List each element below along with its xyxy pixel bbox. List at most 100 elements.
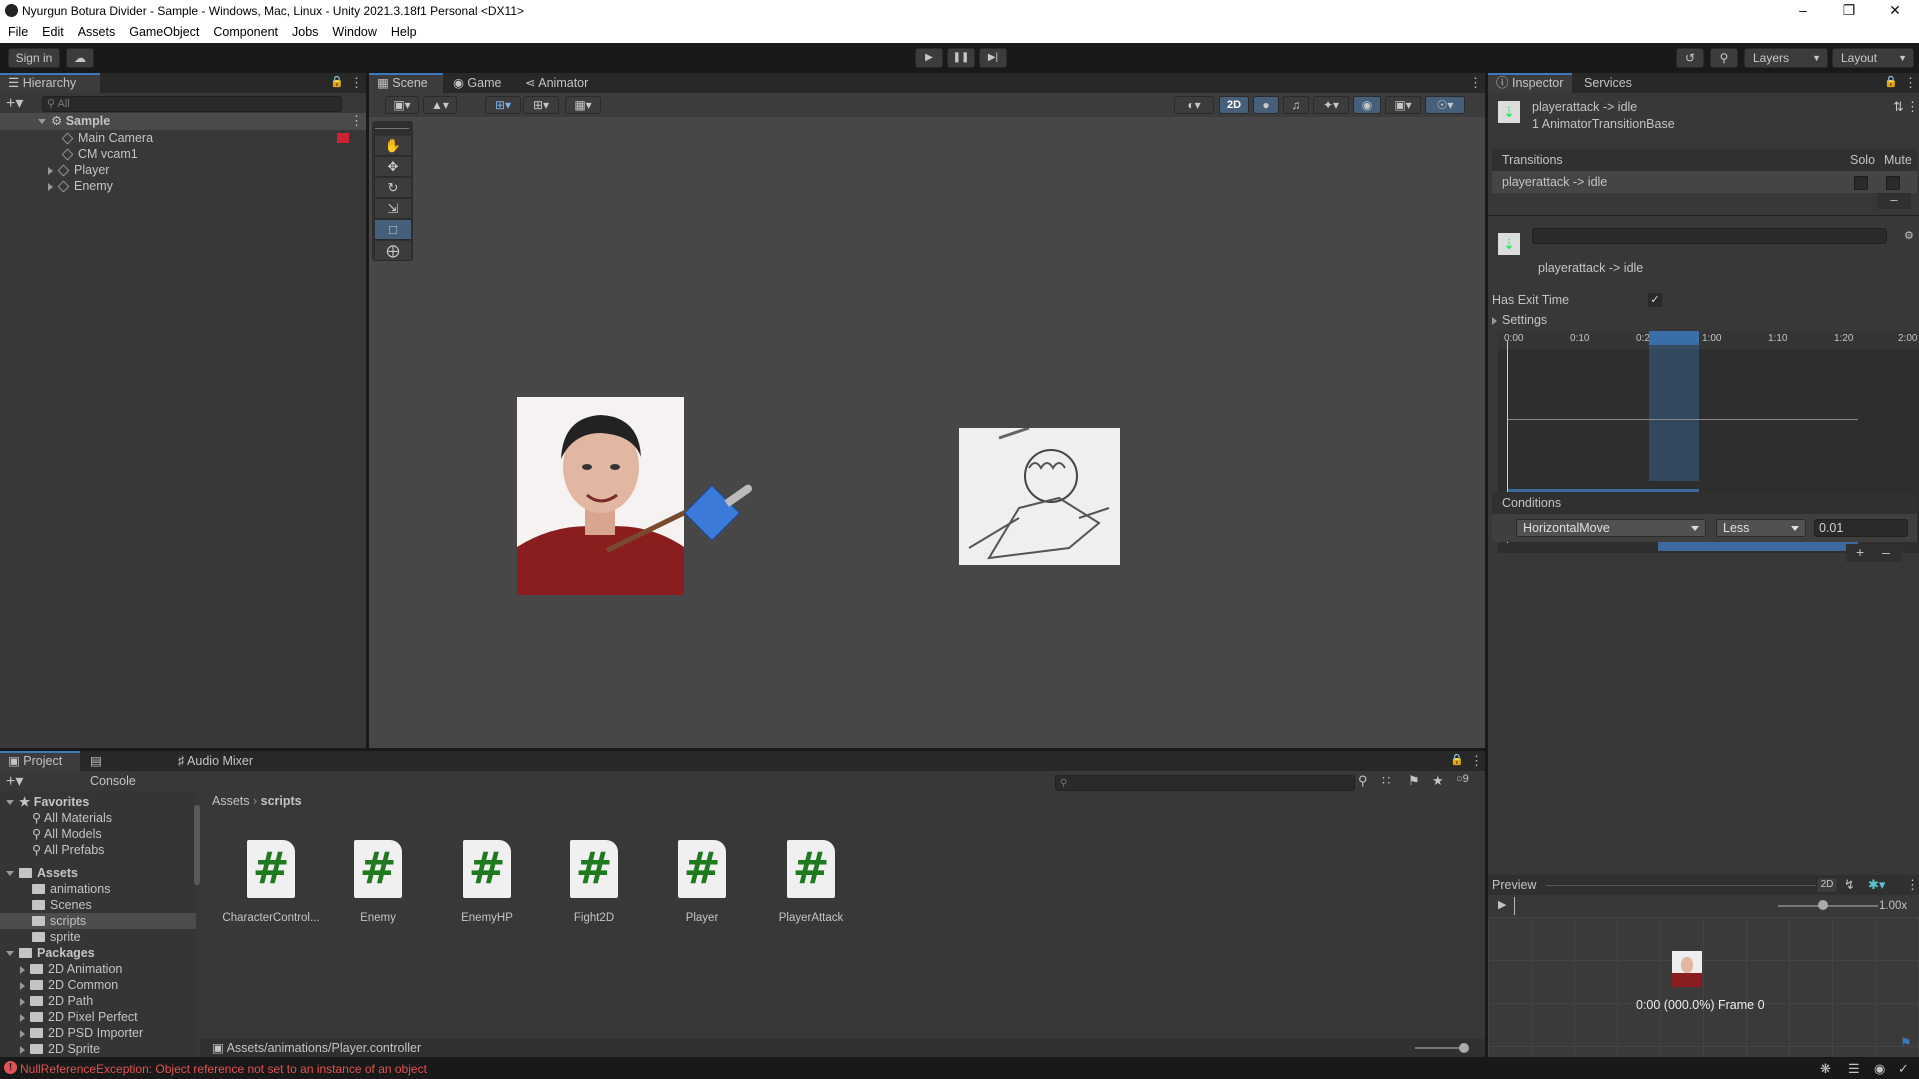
filter-icon[interactable]: ∷ <box>1382 773 1390 789</box>
favorite-all-prefabs[interactable]: ⚲ All Prefabs <box>32 842 104 858</box>
speed-slider-thumb[interactable] <box>1818 900 1828 910</box>
step-button[interactable]: ▶| <box>979 48 1007 68</box>
packages-header[interactable]: Packages <box>6 945 95 961</box>
project-search-input[interactable]: ⚲ <box>1055 775 1355 791</box>
hidden-packages-toggle[interactable]: ○9 <box>1456 773 1469 785</box>
tab-game[interactable]: ◉ Game <box>445 73 515 93</box>
audio-icon[interactable]: ♫ <box>1283 96 1309 114</box>
tab-project[interactable]: ▣ Project <box>0 751 80 771</box>
menu-file[interactable]: File <box>0 22 34 39</box>
preview-scrubber[interactable] <box>1514 897 1515 915</box>
preview-2d-toggle[interactable]: 2D <box>1816 877 1838 893</box>
condition-value-input[interactable]: 0.01 <box>1814 519 1908 537</box>
hierarchy-item-enemy[interactable]: Enemy <box>48 178 113 194</box>
script-asset-charactercontroller[interactable]: # CharacterControl... <box>216 840 326 924</box>
increment-snap-icon[interactable]: ▦▾ <box>565 96 601 114</box>
hierarchy-item-cm-vcam1[interactable]: CM vcam1 <box>61 146 138 162</box>
icon-size-slider[interactable] <box>1415 1047 1465 1049</box>
preview-play-button[interactable]: ▶ <box>1498 898 1506 911</box>
package-2d-sprite[interactable]: 2D Sprite <box>20 1041 100 1057</box>
solo-checkbox[interactable] <box>1854 176 1868 190</box>
menu-window[interactable]: Window <box>324 22 382 39</box>
gear-icon[interactable]: ⚙ <box>1904 229 1914 242</box>
label-tag-icon[interactable]: ⚑ <box>1900 1035 1912 1051</box>
transition-range-handle[interactable] <box>1649 331 1699 345</box>
create-asset-icon[interactable]: +▾ <box>6 771 23 791</box>
label-icon[interactable]: ⚑ <box>1408 773 1420 789</box>
status-error-message[interactable]: NullReferenceException: Object reference… <box>20 1061 427 1077</box>
progress-icon[interactable]: ◉ <box>1874 1061 1885 1077</box>
pivot-icon[interactable]: ↯ <box>1844 877 1855 893</box>
folder-sprite[interactable]: sprite <box>32 929 81 945</box>
favorite-all-materials[interactable]: ⚲ All Materials <box>32 810 112 826</box>
preview-speed-slider[interactable] <box>1778 905 1878 907</box>
layers-dropdown[interactable]: Layers ▼ <box>1744 48 1828 68</box>
lock-icon[interactable]: 🔒 <box>1450 753 1464 766</box>
mode-2d-toggle[interactable]: 2D <box>1219 96 1249 114</box>
transform-handle[interactable] <box>683 484 741 542</box>
kebab-menu-icon[interactable]: ⋮ <box>350 75 363 91</box>
tab-hierarchy[interactable]: ☰ Hierarchy <box>0 73 100 93</box>
hierarchy-item-main-camera[interactable]: Main Camera <box>61 130 153 146</box>
shading-icon[interactable]: ◐▾ <box>1174 96 1214 114</box>
transition-name-input[interactable] <box>1532 228 1887 244</box>
hierarchy-search-input[interactable]: ⚲ All <box>42 96 342 112</box>
menu-edit[interactable]: Edit <box>34 22 70 39</box>
pause-button[interactable]: ❚❚ <box>947 48 975 68</box>
tab-scene[interactable]: ▦ Scene <box>369 73 443 93</box>
kebab-menu-icon[interactable]: ⋮ <box>1470 753 1483 769</box>
search-icon[interactable]: ⚲ <box>1710 48 1738 68</box>
layout-dropdown[interactable]: Layout ▼ <box>1832 48 1914 68</box>
folder-scenes[interactable]: Scenes <box>32 897 92 913</box>
package-2d-common[interactable]: 2D Common <box>20 977 118 993</box>
menu-component[interactable]: Component <box>205 22 284 39</box>
tab-console[interactable]: ▤ Console <box>82 751 158 788</box>
expand-arrow-icon[interactable] <box>48 182 53 191</box>
menu-assets[interactable]: Assets <box>70 22 122 39</box>
kebab-menu-icon[interactable]: ⋮ <box>1906 99 1919 115</box>
add-condition-button[interactable]: + <box>1856 544 1864 560</box>
grid-snap-icon[interactable]: ⊞▾ <box>485 96 521 114</box>
bug-icon[interactable]: ❋ <box>1820 1061 1831 1077</box>
script-asset-enemy[interactable]: # Enemy <box>323 840 433 924</box>
lock-icon[interactable]: 🔒 <box>1884 75 1898 88</box>
collab-icon[interactable]: ✓ <box>1898 1061 1909 1077</box>
folder-animations[interactable]: animations <box>32 881 110 897</box>
package-2d-path[interactable]: 2D Path <box>20 993 93 1009</box>
enemy-sprite[interactable] <box>959 426 1120 565</box>
hierarchy-item-player[interactable]: Player <box>48 162 109 178</box>
render-mode-icon[interactable]: ▲▾ <box>423 96 457 114</box>
script-asset-fight2d[interactable]: # Fight2D <box>539 840 649 924</box>
close-button[interactable]: ✕ <box>1872 0 1918 22</box>
sign-in-button[interactable]: Sign in <box>8 48 60 68</box>
cloud-icon[interactable]: ☁ <box>66 48 94 68</box>
scene-kebab-icon[interactable]: ⋮ <box>1469 75 1482 91</box>
gizmos-icon[interactable]: ☉▾ <box>1425 96 1465 114</box>
visibility-icon[interactable]: ◉ <box>1353 96 1381 114</box>
settings-foldout[interactable]: Settings <box>1492 312 1547 328</box>
script-asset-enemyhp[interactable]: # EnemyHP <box>432 840 542 924</box>
cache-icon[interactable]: ☰ <box>1848 1061 1860 1077</box>
move-tool-icon[interactable]: ✥ <box>375 157 411 177</box>
tab-inspector[interactable]: ⓘ Inspector <box>1488 73 1572 93</box>
expand-arrow-icon[interactable] <box>48 166 53 175</box>
package-2d-psd-importer[interactable]: 2D PSD Importer <box>20 1025 143 1041</box>
lock-icon[interactable]: 🔒 <box>330 75 344 88</box>
kebab-menu-icon[interactable]: ⋮ <box>1904 75 1917 91</box>
transition-list-item[interactable]: playerattack -> idle <box>1492 171 1917 193</box>
preview-splitter[interactable] <box>1546 885 1838 886</box>
preview-viewport[interactable]: 0:00 (000.0%) Frame 0 <box>1488 917 1919 1057</box>
tab-services[interactable]: Services <box>1576 73 1646 93</box>
icon-size-thumb[interactable] <box>1459 1043 1469 1053</box>
add-icon[interactable]: +▾ <box>6 93 23 113</box>
history-icon[interactable]: ↺ <box>1676 48 1704 68</box>
menu-help[interactable]: Help <box>383 22 423 39</box>
tab-audio-mixer[interactable]: ♯ Audio Mixer <box>170 751 270 771</box>
grid-icon[interactable]: ⊞▾ <box>523 96 559 114</box>
script-asset-playerattack[interactable]: # PlayerAttack <box>756 840 866 924</box>
kebab-menu-icon[interactable]: ⋮ <box>1906 877 1919 893</box>
rotate-tool-icon[interactable]: ↻ <box>375 178 411 198</box>
minimize-button[interactable]: – <box>1780 0 1826 22</box>
play-button[interactable]: ▶ <box>915 48 943 68</box>
breadcrumb-scripts[interactable]: scripts <box>261 794 302 808</box>
